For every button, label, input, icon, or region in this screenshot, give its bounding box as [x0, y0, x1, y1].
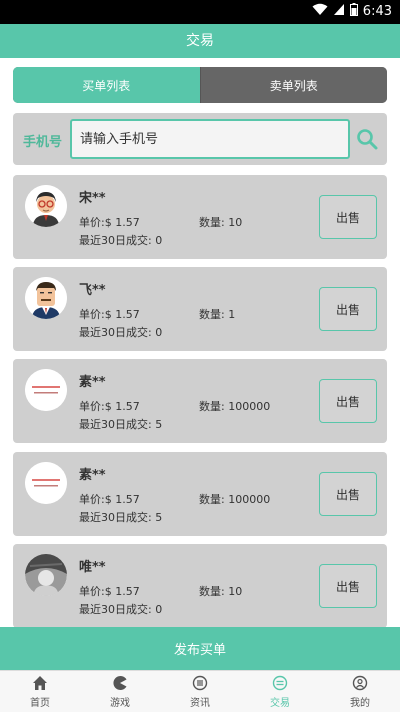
nav-item-profile[interactable]: 我的 — [320, 671, 400, 712]
order-quantity: 数量: 10 — [199, 216, 243, 229]
sell-button[interactable]: 出售 — [319, 564, 377, 608]
order-price: 单价:$ 1.57 — [79, 400, 140, 413]
nav-label: 资讯 — [190, 697, 210, 709]
search-bar: 手机号 — [13, 113, 387, 165]
order-card: 唯** 单价:$ 1.57 数量: 10 最近30日成交: 0 出售 — [13, 544, 387, 628]
page-title: 交易 — [0, 24, 400, 58]
bottom-nav: 首页 游戏 资讯 交易 我的 — [0, 670, 400, 712]
order-recent-deals: 最近30日成交: 0 — [79, 234, 163, 247]
trade-icon — [272, 675, 288, 690]
order-price: 单价:$ 1.57 — [79, 308, 140, 321]
wifi-icon — [312, 3, 328, 20]
order-recent-deals: 最近30日成交: 0 — [79, 326, 163, 339]
order-card: 宋** 单价:$ 1.57 数量: 10 最近30日成交: 0 出售 — [13, 175, 387, 259]
order-recent-deals: 最近30日成交: 5 — [79, 418, 163, 431]
status-bar: 6:43 — [0, 0, 400, 24]
tab-sell-list[interactable]: 卖单列表 — [199, 67, 387, 103]
home-icon — [33, 675, 47, 690]
order-card: 素** 单价:$ 1.57 数量: 100000 最近30日成交: 5 出售 — [13, 359, 387, 443]
search-label: 手机号 — [23, 135, 63, 150]
avatar — [25, 277, 67, 319]
order-card: 飞** 单价:$ 1.57 数量: 1 最近30日成交: 0 出售 — [13, 267, 387, 351]
order-quantity: 数量: 1 — [199, 308, 236, 321]
nav-label: 交易 — [270, 697, 290, 709]
order-quantity: 数量: 100000 — [199, 400, 271, 413]
game-icon — [113, 675, 127, 690]
order-name: 宋** — [79, 191, 106, 206]
profile-icon — [352, 675, 368, 690]
avatar — [25, 369, 67, 411]
order-name: 素** — [79, 375, 106, 390]
order-name: 素** — [79, 468, 106, 483]
nav-label: 我的 — [350, 697, 370, 709]
order-recent-deals: 最近30日成交: 0 — [79, 603, 163, 616]
sell-button[interactable]: 出售 — [319, 472, 377, 516]
nav-item-trade[interactable]: 交易 — [240, 671, 320, 712]
tab-buy-list[interactable]: 买单列表 — [13, 67, 200, 103]
order-price: 单价:$ 1.57 — [79, 585, 140, 598]
publish-buy-order-button[interactable]: 发布买单 — [0, 627, 400, 670]
avatar — [25, 462, 67, 504]
order-recent-deals: 最近30日成交: 5 — [79, 511, 163, 524]
avatar — [25, 554, 67, 596]
sell-button[interactable]: 出售 — [319, 287, 377, 331]
order-name: 唯** — [79, 560, 106, 575]
order-tabs: 买单列表 卖单列表 — [13, 67, 387, 103]
order-quantity: 数量: 100000 — [199, 493, 271, 506]
order-quantity: 数量: 10 — [199, 585, 243, 598]
order-price: 单价:$ 1.57 — [79, 493, 140, 506]
search-icon[interactable] — [355, 127, 379, 151]
nav-label: 首页 — [30, 697, 50, 709]
news-icon — [192, 675, 208, 690]
sell-button[interactable]: 出售 — [319, 379, 377, 423]
avatar — [25, 185, 67, 227]
signal-icon — [333, 3, 345, 20]
nav-item-news[interactable]: 资讯 — [160, 671, 240, 712]
order-card: 素** 单价:$ 1.57 数量: 100000 最近30日成交: 5 出售 — [13, 452, 387, 536]
phone-search-input[interactable] — [70, 119, 350, 159]
nav-item-home[interactable]: 首页 — [0, 671, 80, 712]
status-time: 6:43 — [362, 4, 392, 19]
sell-button[interactable]: 出售 — [319, 195, 377, 239]
battery-icon — [349, 3, 358, 20]
nav-label: 游戏 — [110, 697, 130, 709]
nav-item-game[interactable]: 游戏 — [80, 671, 160, 712]
order-name: 飞** — [79, 283, 106, 298]
order-price: 单价:$ 1.57 — [79, 216, 140, 229]
